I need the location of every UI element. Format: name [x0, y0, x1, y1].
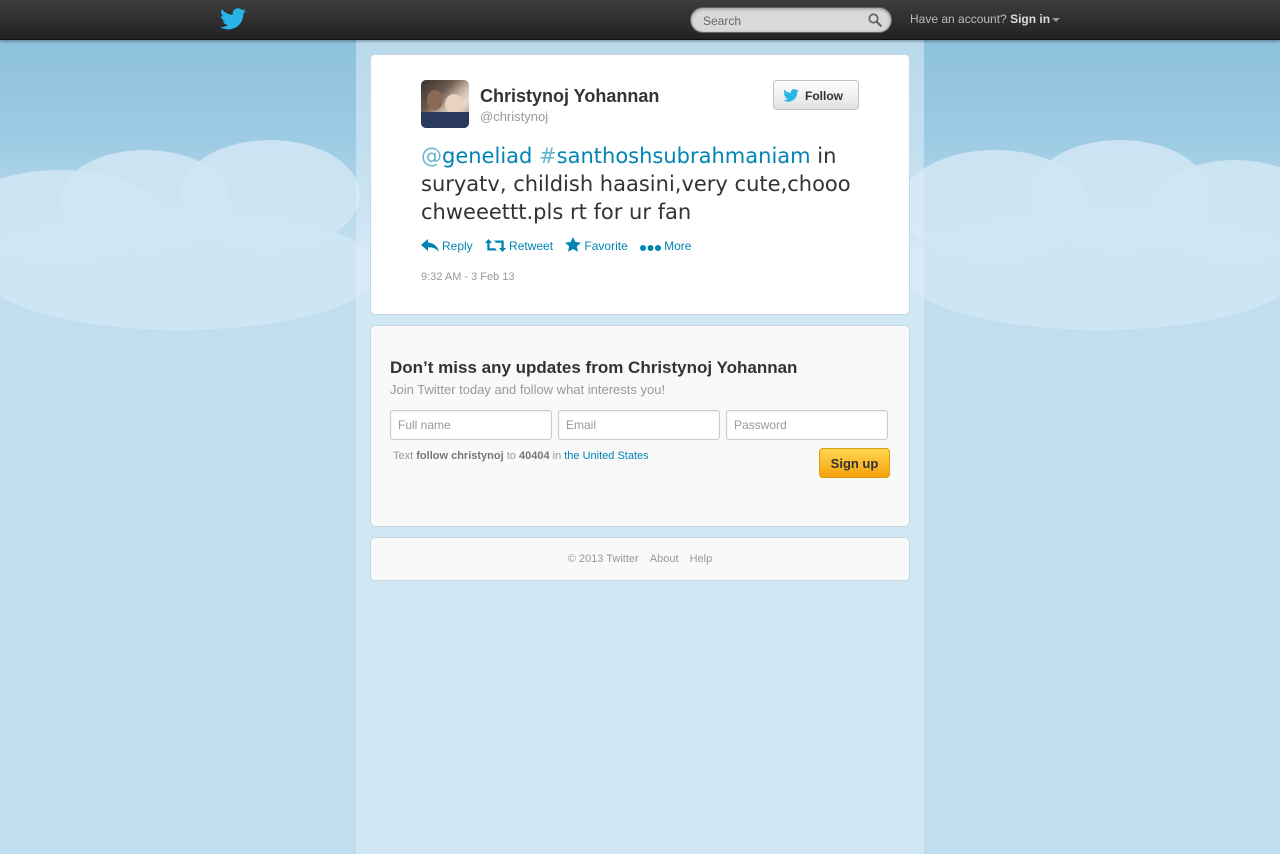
signup-card: Don’t miss any updates from Christynoj Y…	[370, 325, 910, 527]
help-link[interactable]: Help	[690, 553, 713, 565]
search-box	[690, 7, 892, 33]
signup-subtitle: Join Twitter today and follow what inter…	[390, 382, 666, 397]
favorite-button[interactable]: Favorite	[565, 237, 628, 253]
twitter-bird-icon[interactable]	[220, 7, 246, 31]
follow-label: Follow	[805, 89, 843, 103]
reply-button[interactable]: Reply	[421, 239, 473, 253]
tweet-card: Christynoj Yohannan @christynoj Follow @…	[370, 54, 910, 315]
sign-up-button[interactable]: Sign up	[819, 448, 890, 478]
more-button[interactable]: More	[640, 239, 691, 253]
country-link[interactable]: the United States	[564, 450, 648, 462]
twitter-bird-icon	[783, 89, 799, 102]
reply-icon	[421, 239, 439, 252]
copyright: © 2013 Twitter	[567, 553, 639, 565]
hashtag-link[interactable]: #santhoshsubrahmaniam	[539, 144, 811, 168]
top-bar: Have an account? Sign in	[0, 0, 1280, 40]
sign-in-link[interactable]: Sign in	[1010, 12, 1050, 26]
search-input[interactable]	[703, 12, 863, 30]
mention-link[interactable]: @geneliad	[421, 144, 532, 168]
chevron-down-icon[interactable]	[1052, 17, 1061, 22]
avatar[interactable]	[421, 80, 469, 128]
signup-title: Don’t miss any updates from Christynoj Y…	[390, 358, 798, 377]
follow-button[interactable]: Follow	[773, 80, 859, 110]
tweet-text: @geneliad #santhoshsubrahmaniam in surya…	[421, 142, 871, 226]
footer: © 2013 Twitter About Help	[370, 537, 910, 581]
retweet-icon	[485, 239, 507, 252]
tweet-timestamp[interactable]: 9:32 AM - 3 Feb 13	[421, 271, 515, 283]
account-prompt: Have an account?	[910, 12, 1007, 26]
sms-follow-hint: Text follow christynoj to 40404 in the U…	[393, 450, 649, 462]
more-dots-icon	[640, 245, 662, 251]
search-icon[interactable]	[868, 13, 882, 27]
password-field[interactable]	[726, 410, 888, 440]
about-link[interactable]: About	[650, 553, 679, 565]
author-name[interactable]: Christynoj Yohannan	[480, 86, 659, 107]
retweet-button[interactable]: Retweet	[485, 239, 553, 253]
account-menu: Have an account? Sign in	[910, 12, 1061, 26]
email-field[interactable]	[558, 410, 720, 440]
star-icon	[565, 237, 582, 252]
full-name-field[interactable]	[390, 410, 552, 440]
footer-links: © 2013 Twitter About Help	[371, 553, 909, 565]
screen-name[interactable]: @christynoj	[480, 109, 548, 124]
tweet-actions: Reply Retweet Favorite More	[421, 237, 700, 253]
